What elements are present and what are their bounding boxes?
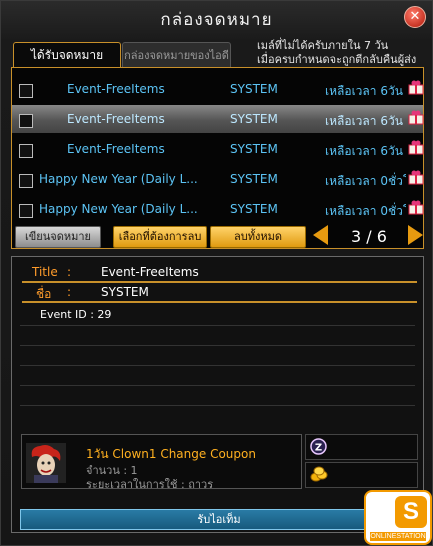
mail-sender: SYSTEM <box>230 202 278 216</box>
titlebar[interactable]: กล่องจดหมาย ✕ <box>1 1 432 33</box>
mail-sender: SYSTEM <box>230 112 278 126</box>
next-page-icon[interactable] <box>408 225 423 245</box>
mail-subject: Happy New Year (Daily L... <box>39 202 198 216</box>
mail-time-left: เหลือเวลา 6วัน <box>325 114 403 128</box>
claim-item-button[interactable]: รับไอเท็ม <box>20 509 418 530</box>
mail-row[interactable]: Happy New Year (Daily L... SYSTEM เหลือเ… <box>12 195 424 223</box>
mail-subject: Event-FreeItems <box>67 82 165 96</box>
mail-row[interactable]: Happy New Year (Daily L... SYSTEM เหลือเ… <box>12 165 424 193</box>
logo-letter: S <box>395 496 427 528</box>
item-duration: ระยะเวลาในการใช้ : ถาวร <box>86 478 214 491</box>
gift-icon <box>408 110 424 125</box>
title-separator: : <box>67 265 72 279</box>
body-line <box>20 325 415 326</box>
mail-sender: SYSTEM <box>230 142 278 156</box>
expiry-notice: เมล์ที่ไม่ได้ครับภายใน 7 วัน เมื่อครบกำห… <box>257 39 417 66</box>
mail-row-selected[interactable]: Event-FreeItems SYSTEM เหลือเวลา 6วัน <box>12 105 424 133</box>
sender-separator: : <box>67 285 72 299</box>
mail-checkbox[interactable] <box>19 114 33 128</box>
svg-text:Z: Z <box>315 443 322 454</box>
mail-sender: SYSTEM <box>230 172 278 186</box>
write-mail-button[interactable]: เขียนจดหมาย <box>15 226 101 248</box>
gift-icon <box>408 80 424 95</box>
mail-sender: SYSTEM <box>230 82 278 96</box>
mail-checkbox[interactable] <box>19 144 33 158</box>
body-line <box>20 345 415 346</box>
gift-icon <box>408 140 424 155</box>
mail-subject: Event-FreeItems <box>67 112 165 126</box>
divider <box>22 281 417 283</box>
gift-icon <box>408 170 424 185</box>
mail-row[interactable]: Event-FreeItems SYSTEM เหลือเวลา 6วัน <box>12 135 424 163</box>
mail-checkbox[interactable] <box>19 204 33 218</box>
gift-icon <box>408 200 424 215</box>
mail-sender-value: SYSTEM <box>101 285 149 299</box>
body-line <box>20 385 415 386</box>
mail-checkbox[interactable] <box>19 84 33 98</box>
body-line <box>20 365 415 366</box>
mail-time-left: เหลือเวลา 0ชั่วโมง <box>325 204 406 218</box>
clown-avatar-icon <box>26 443 66 483</box>
z-coin-icon: Z <box>310 438 327 455</box>
mail-checkbox[interactable] <box>19 174 33 188</box>
body-line <box>20 405 415 406</box>
delete-selected-button[interactable]: เลือกที่ต้องการลบ <box>113 226 207 248</box>
gold-coins-icon <box>310 466 328 482</box>
mail-row[interactable]: Event-FreeItems SYSTEM เหลือเวลา 6วัน <box>12 75 424 103</box>
gold-slot <box>305 462 418 488</box>
title-label: Title <box>32 265 58 279</box>
onlinestation-logo: S ONLINESTATION <box>364 490 432 545</box>
prev-page-icon[interactable] <box>313 225 328 245</box>
close-icon[interactable]: ✕ <box>404 6 426 28</box>
mail-list: Event-FreeItems SYSTEM เหลือเวลา 6วัน Ev… <box>11 67 424 249</box>
mail-body: Event ID : 29 <box>40 308 112 321</box>
logo-text: ONLINESTATION <box>370 532 426 541</box>
page-indicator: 3 / 6 <box>351 227 387 246</box>
mail-detail-panel: Title : Event-FreeItems ชื่อ : SYSTEM Ev… <box>11 256 424 533</box>
mail-title-value: Event-FreeItems <box>101 265 199 279</box>
window-title: กล่องจดหมาย <box>160 10 273 30</box>
mail-time-left: เหลือเวลา 0ชั่วโมง <box>325 174 406 188</box>
tab-inbox[interactable]: ได้รับจดหมาย <box>13 42 121 68</box>
mail-time-left: เหลือเวลา 6วัน <box>325 84 403 98</box>
attachment-slot[interactable]: 1วัน Clown1 Change Coupon จำนวน : 1 ระยะ… <box>21 434 302 491</box>
tab-id-mailbox[interactable]: กล่องจดหมายของไอดี <box>122 42 231 69</box>
mail-subject: Happy New Year (Daily L... <box>39 172 198 186</box>
delete-all-button[interactable]: ลบทั้งหมด <box>210 226 306 248</box>
mail-time-left: เหลือเวลา 6วัน <box>325 144 403 158</box>
currency-slot: Z <box>305 434 418 460</box>
divider <box>22 301 417 303</box>
mailbox-window: กล่องจดหมาย ✕ ได้รับจดหมาย กล่องจดหมายขอ… <box>0 0 433 546</box>
mail-subject: Event-FreeItems <box>67 142 165 156</box>
